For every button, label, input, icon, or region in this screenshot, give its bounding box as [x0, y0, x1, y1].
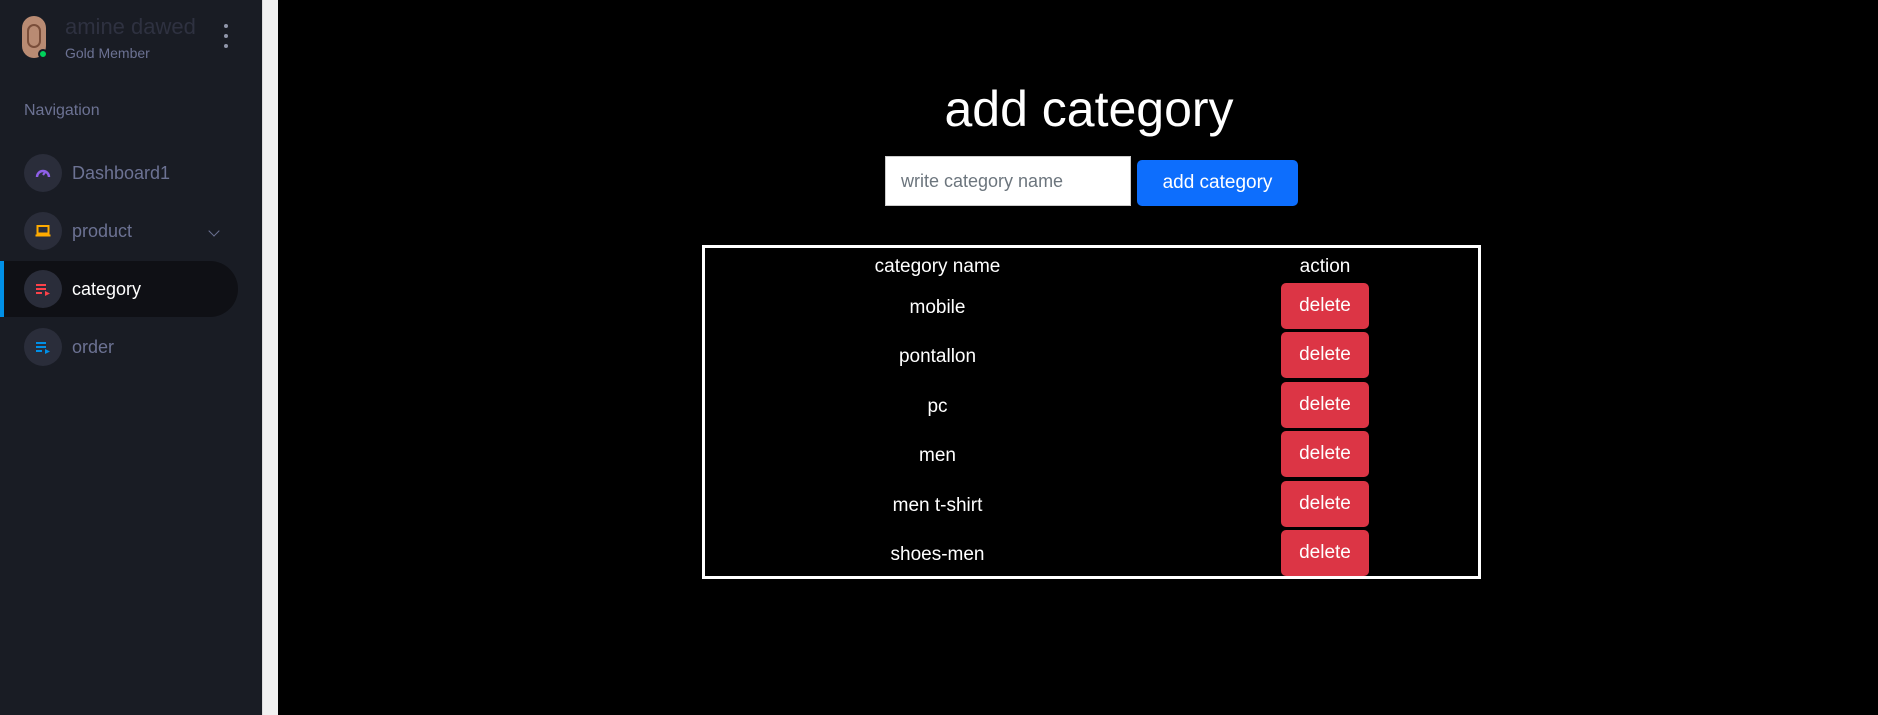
speedometer-icon [24, 154, 62, 192]
playlist-play-icon [24, 270, 62, 308]
sidebar-item-order[interactable]: order [0, 319, 238, 375]
sidebar-scrollbar[interactable] [262, 0, 278, 715]
category-name-cell: pc [927, 396, 948, 417]
category-table: category name action mobile delete ponta… [702, 245, 1481, 579]
sidebar-item-product[interactable]: product [0, 203, 238, 259]
chevron-down-icon[interactable] [208, 225, 220, 237]
header-action: action [1299, 256, 1351, 277]
category-name-cell: men [919, 445, 956, 466]
delete-button[interactable]: delete [1281, 382, 1369, 428]
scrollbar-thumb[interactable] [262, 0, 278, 715]
nav-heading: Navigation [24, 102, 100, 119]
category-name-input[interactable] [885, 156, 1131, 206]
playlist-play-icon [24, 328, 62, 366]
category-name-cell: mobile [909, 297, 966, 318]
profile[interactable]: amine dawed Gold Member [22, 14, 252, 66]
delete-button[interactable]: delete [1281, 530, 1369, 576]
sidebar-item-label: order [72, 336, 115, 357]
more-options-icon[interactable] [220, 24, 232, 48]
delete-button[interactable]: delete [1281, 431, 1369, 477]
avatar-face [27, 24, 41, 48]
delete-button[interactable]: delete [1281, 332, 1369, 378]
delete-button[interactable]: delete [1281, 481, 1369, 527]
sidebar-item-label: product [72, 220, 133, 241]
category-name-cell: pontallon [898, 346, 977, 367]
category-name-cell: shoes-men [890, 544, 985, 565]
laptop-icon [24, 212, 62, 250]
profile-name: amine dawed [65, 14, 196, 39]
category-name-cell: men t-shirt [892, 495, 983, 516]
sidebar-item-label: category [72, 278, 142, 299]
sidebar-item-category[interactable]: category [0, 261, 238, 317]
delete-button[interactable]: delete [1281, 283, 1369, 329]
add-category-button[interactable]: add category [1137, 160, 1298, 206]
online-status-dot [38, 49, 48, 59]
profile-role: Gold Member [65, 45, 150, 61]
sidebar: amine dawed Gold Member Navigation Dashb… [0, 0, 262, 715]
sidebar-item-dashboard[interactable]: Dashboard1 [0, 145, 238, 201]
header-category-name: category name [874, 256, 1001, 277]
page-title: add category [944, 81, 1234, 137]
sidebar-item-label: Dashboard1 [72, 162, 171, 183]
